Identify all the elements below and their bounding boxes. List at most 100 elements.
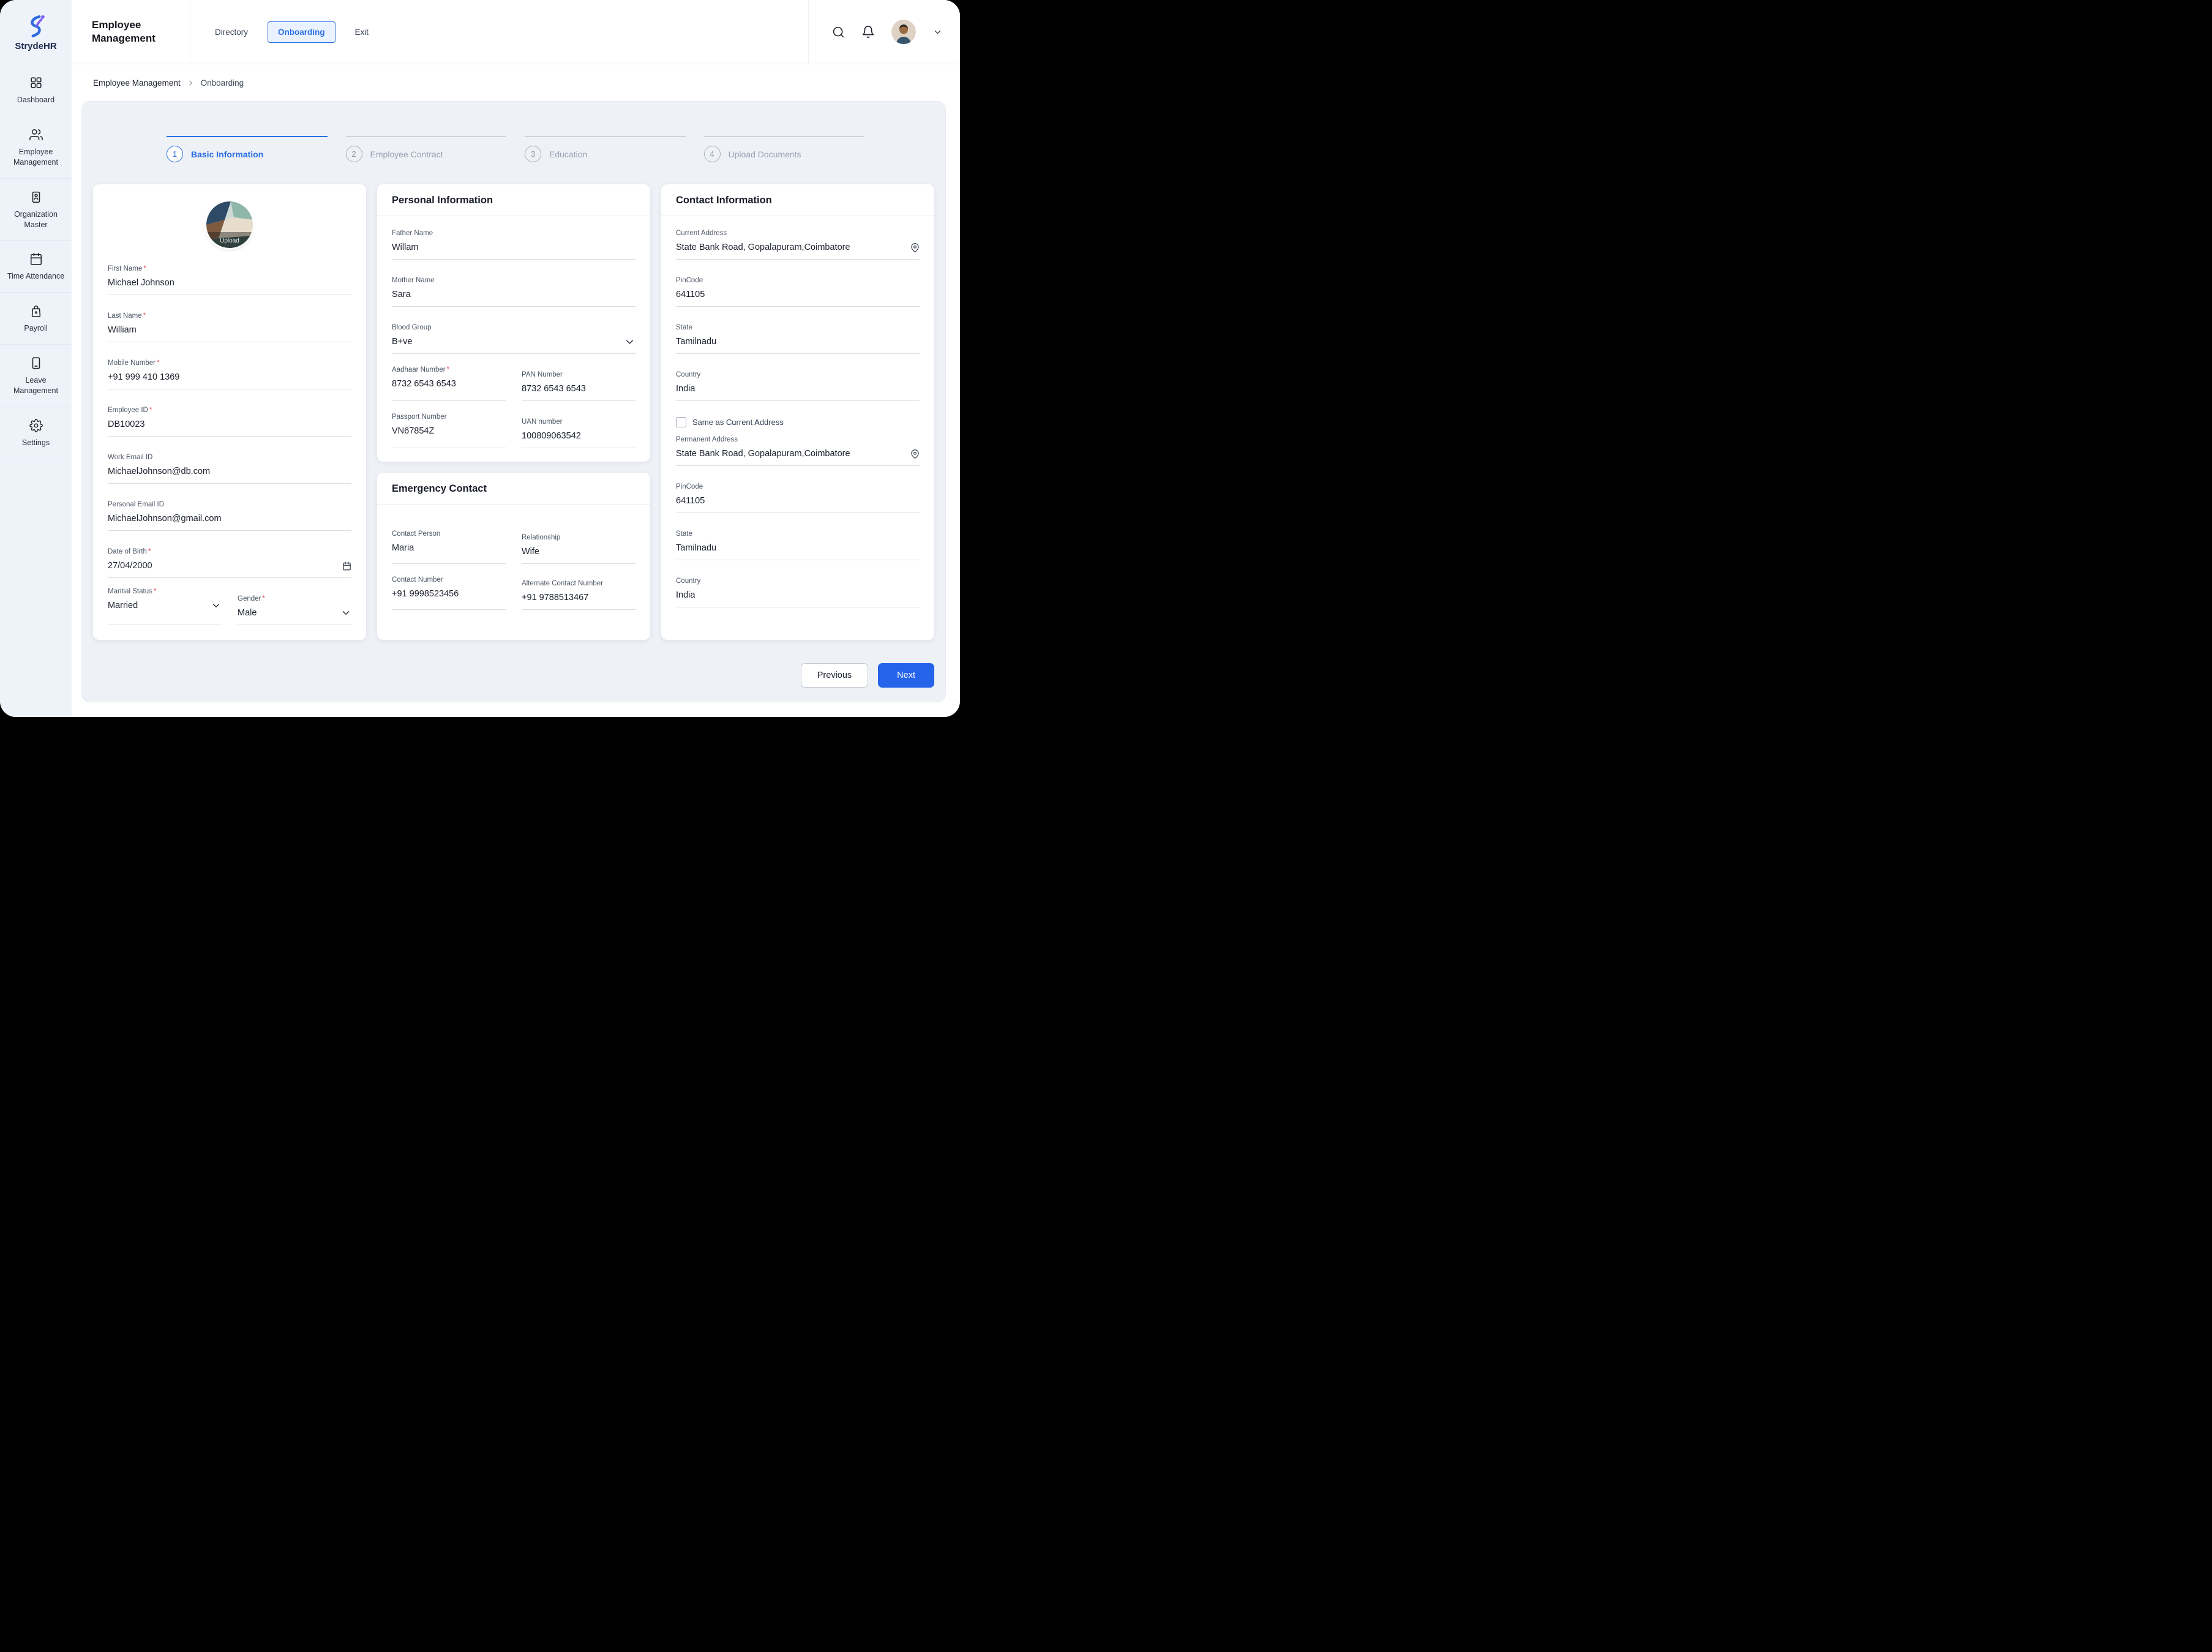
same-as-current-address-row: Same as Current Address (676, 417, 920, 427)
employee-id-input[interactable]: DB10023 (108, 419, 144, 429)
user-menu-chevron-down-icon[interactable] (932, 27, 943, 37)
same-as-current-checkbox[interactable] (676, 417, 686, 427)
contact-person-input[interactable]: Maria (392, 543, 414, 553)
field-current-address: Current Address State Bank Road, Gopalap… (676, 230, 920, 260)
step-basic-information[interactable]: 1 Basic Information (167, 136, 328, 162)
sidebar-item-dashboard[interactable]: Dashboard (0, 64, 72, 116)
field-label: Country (676, 577, 920, 585)
sidebar-item-label: Settings (22, 438, 50, 448)
current-pincode-input[interactable]: 641105 (676, 290, 705, 299)
personal-email-input[interactable]: MichaelJohnson@gmail.com (108, 514, 222, 524)
field-label: State (676, 324, 920, 331)
required-marker: * (143, 265, 146, 272)
mobile-number-input[interactable]: +91 999 410 1369 (108, 372, 179, 382)
field-label: Father Name (392, 230, 635, 237)
work-email-input[interactable]: MichaelJohnson@db.com (108, 467, 210, 476)
wizard-footer: Previous Next (93, 663, 934, 688)
marital-status-select[interactable]: Married (108, 601, 138, 610)
permanent-address-input[interactable]: State Bank Road, Gopalapuram,Coimbatore (676, 449, 850, 459)
mother-name-input[interactable]: Sara (392, 290, 411, 299)
search-icon[interactable] (832, 26, 845, 39)
sidebar-item-organization-master[interactable]: Organization Master (0, 179, 72, 241)
brand-logo[interactable]: StrydeHR (0, 0, 72, 64)
notifications-bell-icon[interactable] (861, 25, 875, 39)
tab-exit[interactable]: Exit (354, 22, 370, 42)
uan-number-input[interactable]: 100809063542 (522, 431, 581, 441)
field-label: Country (676, 371, 920, 378)
last-name-input[interactable]: William (108, 325, 137, 335)
photo-upload-button[interactable]: Upload (206, 201, 253, 248)
field-label: Personal Email ID (108, 501, 351, 508)
next-button[interactable]: Next (878, 663, 934, 688)
sidebar-item-employee-management[interactable]: Employee Management (0, 116, 72, 179)
date-of-birth-input[interactable]: 27/04/2000 (108, 561, 152, 571)
current-country-input[interactable]: India (676, 384, 695, 394)
chevron-down-icon[interactable] (340, 607, 351, 618)
step-employee-contract[interactable]: 2 Employee Contract (346, 136, 507, 162)
field-last-name: Last Name* William (108, 312, 351, 342)
module-title: Employee Management (92, 18, 165, 45)
upload-label: Upload (206, 238, 253, 244)
tab-onboarding[interactable]: Onboarding (268, 21, 336, 43)
field-label: UAN number (522, 418, 635, 426)
sidebar-item-leave-management[interactable]: Leave Management (0, 345, 72, 407)
contact-number-input[interactable]: +91 9998523456 (392, 589, 459, 599)
gender-select[interactable]: Male (238, 608, 257, 618)
calendar-picker-icon[interactable] (342, 561, 351, 571)
field-first-name: First Name* Michael Johnson (108, 265, 351, 295)
employees-icon (29, 128, 43, 141)
step-label: Employee Contract (370, 149, 443, 159)
passport-number-input[interactable]: VN67854Z (392, 426, 434, 436)
sidebar-item-label: Dashboard (17, 95, 54, 105)
sidebar-item-settings[interactable]: Settings (0, 407, 72, 459)
sidebar-item-time-attendance[interactable]: Time Attendance (0, 241, 72, 293)
step-upload-documents[interactable]: 4 Upload Documents (704, 136, 865, 162)
aadhaar-number-input[interactable]: 8732 6543 6543 (392, 379, 456, 389)
permanent-pincode-input[interactable]: 641105 (676, 496, 705, 506)
topbar-tabs: Directory Onboarding Exit (214, 21, 370, 43)
pan-number-input[interactable]: 8732 6543 6543 (522, 384, 586, 394)
sidebar-item-label: Time Attendance (7, 271, 64, 282)
field-current-country: Country India (676, 371, 920, 401)
map-pin-icon[interactable] (910, 243, 920, 252)
chevron-right-icon (187, 79, 195, 87)
sidebar-item-payroll[interactable]: Payroll (0, 293, 72, 345)
required-marker: * (447, 366, 449, 374)
breadcrumb-parent[interactable]: Employee Management (93, 78, 181, 88)
current-address-input[interactable]: State Bank Road, Gopalapuram,Coimbatore (676, 242, 850, 252)
field-label: Mobile Number* (108, 359, 351, 367)
onboarding-panel: 1 Basic Information 2 Employee Contract … (81, 101, 946, 702)
father-name-input[interactable]: Willam (392, 242, 419, 252)
field-label: Relationship (522, 534, 635, 541)
field-mobile-number: Mobile Number* +91 999 410 1369 (108, 359, 351, 389)
previous-button[interactable]: Previous (801, 663, 868, 688)
permanent-country-input[interactable]: India (676, 590, 695, 600)
field-label: Gender* (238, 595, 351, 603)
field-label: Current Address (676, 230, 920, 237)
relationship-input[interactable]: Wife (522, 547, 539, 557)
form-cards: Upload First Name* Michael Johnson Last … (93, 184, 934, 640)
blood-group-select[interactable]: B+ve (392, 337, 412, 347)
required-marker: * (143, 312, 146, 320)
onboarding-stepper: 1 Basic Information 2 Employee Contract … (167, 136, 864, 162)
required-marker: * (157, 359, 159, 367)
checkbox-label: Same as Current Address (692, 418, 784, 427)
brand-name: StrydeHR (15, 41, 56, 51)
alternate-contact-number-input[interactable]: +91 9788513467 (522, 593, 588, 603)
step-education[interactable]: 3 Education (525, 136, 686, 162)
sidebar-nav: Dashboard Employee Management Organizati… (0, 64, 72, 459)
permanent-state-input[interactable]: Tamilnadu (676, 543, 716, 553)
user-avatar[interactable] (891, 20, 916, 44)
tab-directory[interactable]: Directory (214, 22, 249, 42)
current-state-input[interactable]: Tamilnadu (676, 337, 716, 347)
middle-column: Personal Information Father Name Willam … (377, 184, 650, 640)
field-label: Contact Person (392, 530, 506, 538)
breadcrumb-current[interactable]: Onboarding (201, 78, 244, 88)
required-marker: * (148, 548, 151, 555)
map-pin-icon[interactable] (910, 449, 920, 459)
step-number: 1 (167, 146, 183, 162)
first-name-input[interactable]: Michael Johnson (108, 278, 174, 288)
chevron-down-icon[interactable] (211, 600, 222, 611)
field-permanent-state: State Tamilnadu (676, 530, 920, 560)
chevron-down-icon[interactable] (624, 336, 635, 348)
